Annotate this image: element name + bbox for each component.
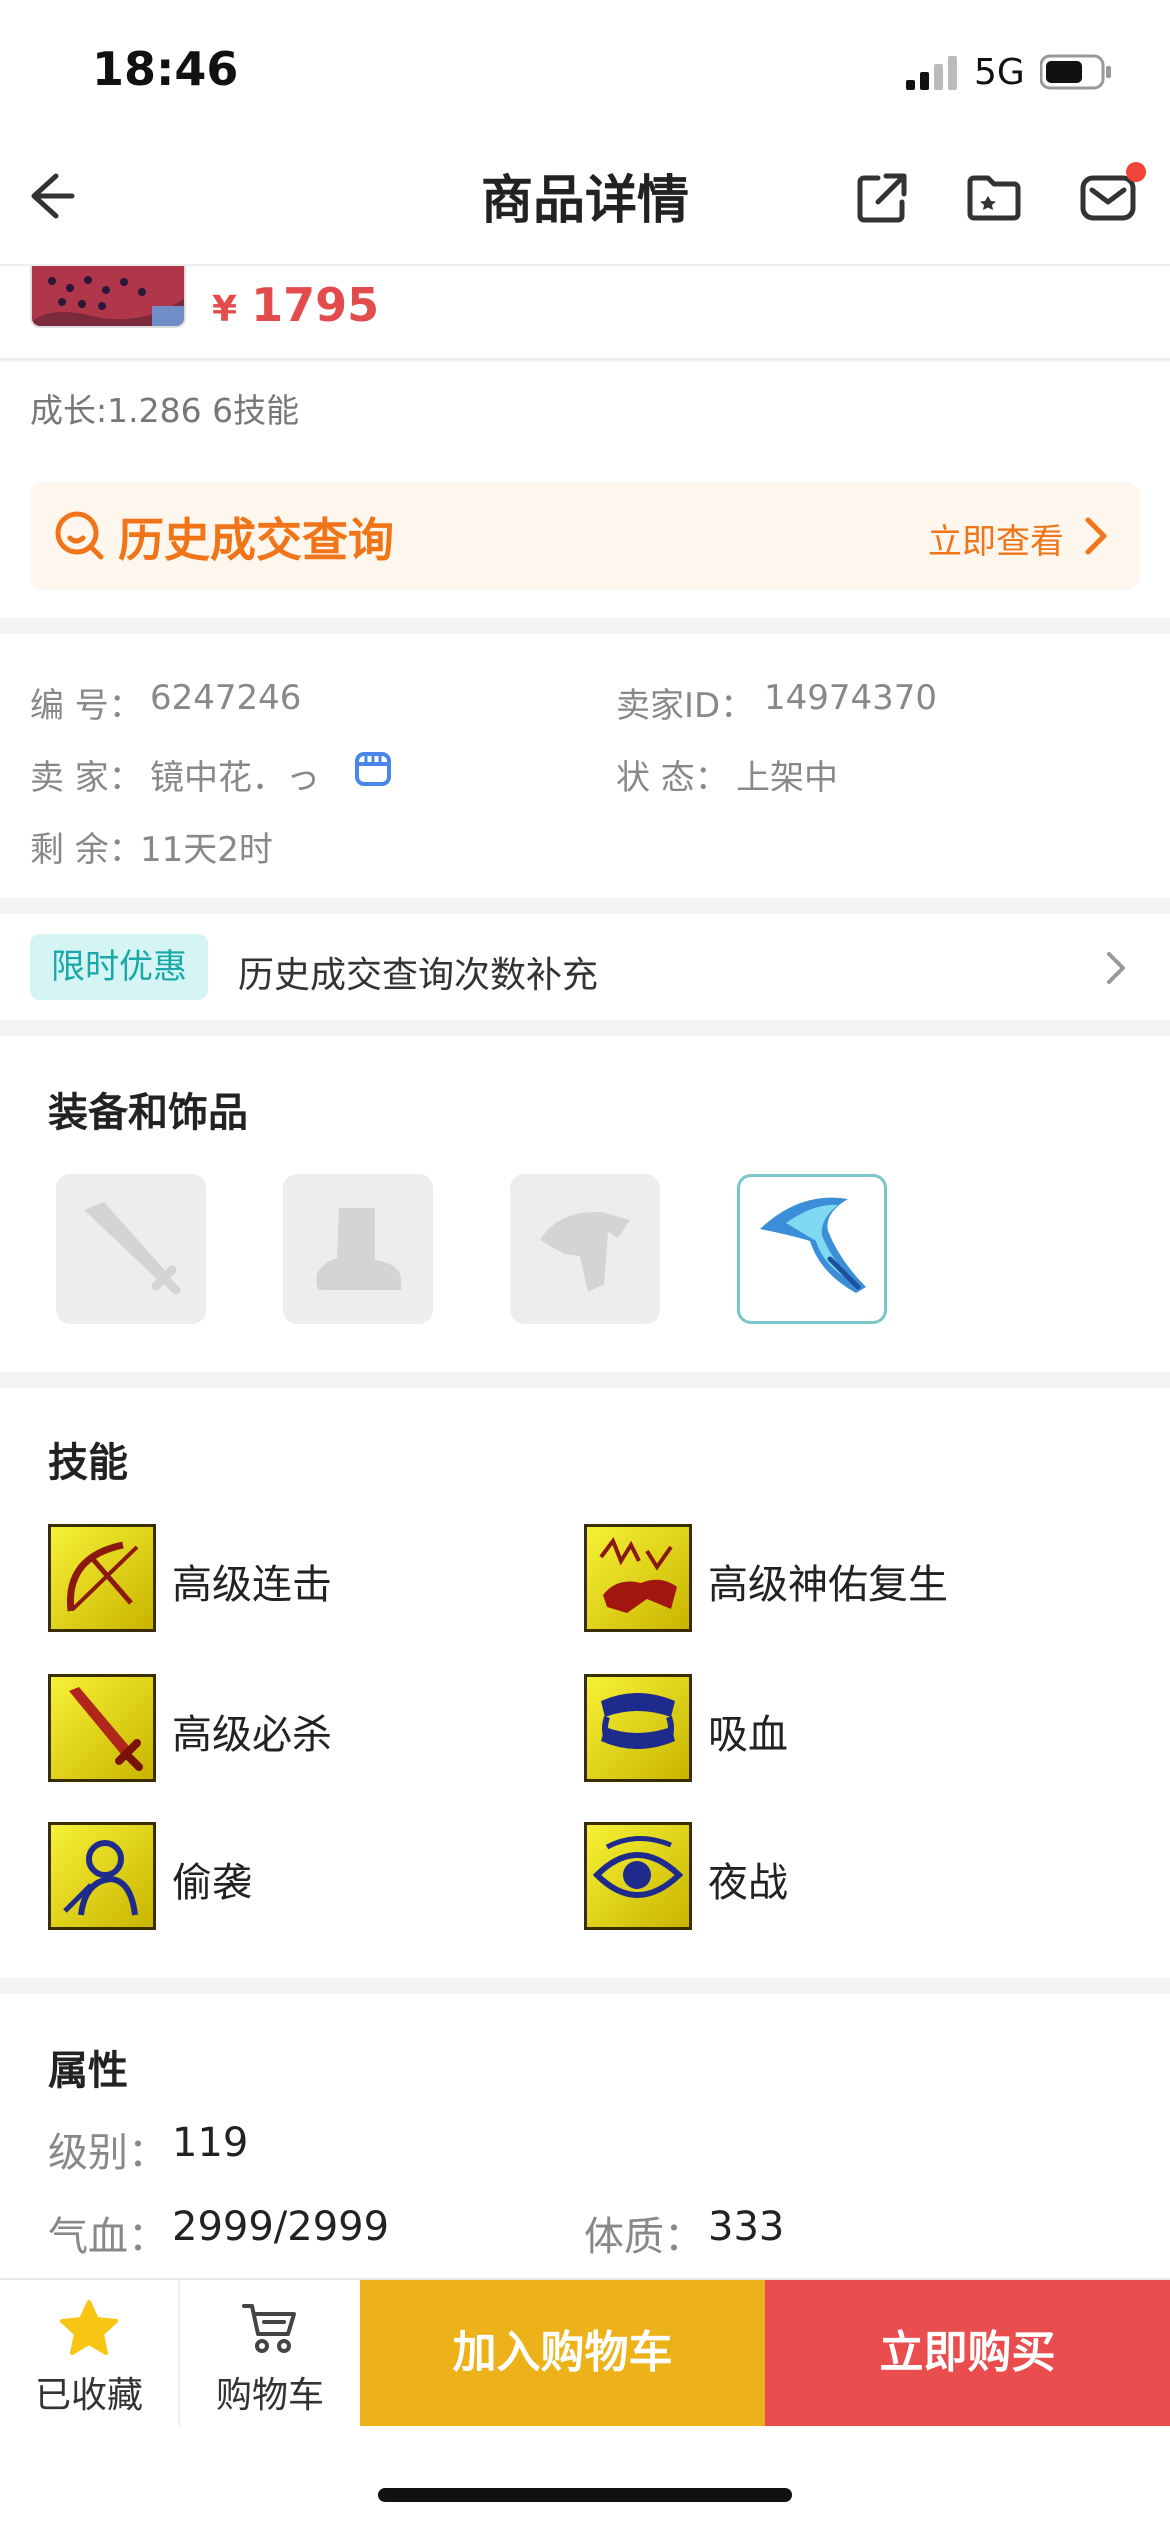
- skill-name: 偷袭: [172, 1860, 252, 1906]
- price-value: 1795: [251, 278, 380, 332]
- skill-name: 高级必杀: [172, 1712, 332, 1758]
- boot-icon: [316, 1208, 401, 1290]
- status-value: 上架中: [736, 758, 838, 798]
- share-icon[interactable]: [852, 168, 912, 228]
- status-time: 18:46: [92, 42, 239, 96]
- shopping-cart-icon: [242, 2304, 296, 2353]
- seller-label: 卖 家：: [30, 758, 143, 798]
- shop-icon[interactable]: [352, 748, 394, 790]
- level-label: 级别：: [48, 2130, 168, 2176]
- hp-label: 气血：: [48, 2214, 168, 2260]
- remain-label: 剩 余：: [30, 830, 143, 870]
- promo-badge: 限时优惠: [30, 934, 208, 1000]
- battery-icon: [1040, 54, 1111, 90]
- price-symbol: ¥: [212, 289, 238, 330]
- home-indicator: [378, 2488, 792, 2502]
- skill-name: 高级连击: [172, 1562, 332, 1608]
- favorite-button[interactable]: 已收藏: [0, 2280, 178, 2426]
- sword-skill-icon[interactable]: [48, 1674, 156, 1782]
- skill-name: 吸血: [708, 1712, 788, 1758]
- boots-slot[interactable]: [283, 1174, 433, 1324]
- bow-skill-icon[interactable]: [48, 1524, 156, 1632]
- add-to-cart-button[interactable]: 加入购物车: [360, 2280, 765, 2426]
- status-label: 状 态：: [616, 758, 729, 798]
- skill-name: 高级神佑复生: [708, 1562, 948, 1608]
- level-value: 119: [172, 2120, 249, 2166]
- search-icon: [55, 511, 104, 560]
- constitution-value: 333: [708, 2204, 785, 2250]
- pet-image-icon: [32, 266, 184, 326]
- blue-claw-icon: [760, 1197, 866, 1293]
- id-value: 6247246: [150, 678, 302, 718]
- seller-id-value: 14974370: [764, 678, 938, 718]
- hp-value: 2999/2999: [172, 2204, 390, 2250]
- notification-dot: [1126, 162, 1146, 182]
- buy-now-button[interactable]: 立即购买: [765, 2280, 1170, 2426]
- fang-skill-icon[interactable]: [584, 1674, 692, 1782]
- armor-slot[interactable]: [510, 1174, 660, 1324]
- signal-icon: [906, 56, 957, 90]
- eye-skill-icon[interactable]: [584, 1822, 692, 1930]
- weapon-slot[interactable]: [56, 1174, 206, 1324]
- attributes-title: 属性: [48, 2048, 128, 2094]
- star-icon: [60, 2300, 118, 2355]
- id-label: 编 号：: [30, 686, 143, 726]
- skills-title: 技能: [48, 1440, 128, 1486]
- favorites-folder-icon[interactable]: [964, 168, 1024, 228]
- remain-value: 11天2时: [140, 830, 273, 870]
- favorite-label: 已收藏: [34, 2375, 143, 2416]
- product-thumbnail[interactable]: [30, 266, 186, 328]
- armor-icon: [540, 1211, 630, 1292]
- constitution-label: 体质：: [584, 2214, 704, 2260]
- cart-label: 购物车: [215, 2375, 324, 2416]
- growth-skills-text: 成长:1.286 6技能: [30, 391, 300, 430]
- price: ¥1795: [212, 278, 379, 332]
- seller-id-label: 卖家ID：: [616, 686, 755, 726]
- seller-name: 镜中花．っ: [150, 758, 320, 798]
- cart-button[interactable]: 购物车: [180, 2280, 360, 2426]
- sneak-skill-icon[interactable]: [48, 1822, 156, 1930]
- accessory-slot[interactable]: [737, 1174, 887, 1324]
- history-query-title: 历史成交查询: [118, 513, 394, 567]
- sword-icon: [84, 1202, 181, 1295]
- network-label: 5G: [974, 52, 1025, 93]
- equipment-title: 装备和饰品: [48, 1090, 248, 1136]
- view-now-link[interactable]: 立即查看: [928, 514, 1064, 563]
- skill-name: 夜战: [708, 1860, 788, 1906]
- promo-text: 历史成交查询次数补充: [238, 955, 599, 996]
- revive-skill-icon[interactable]: [584, 1524, 692, 1632]
- chevron-right-icon: [1085, 517, 1107, 555]
- chevron-right-icon: [1107, 952, 1125, 984]
